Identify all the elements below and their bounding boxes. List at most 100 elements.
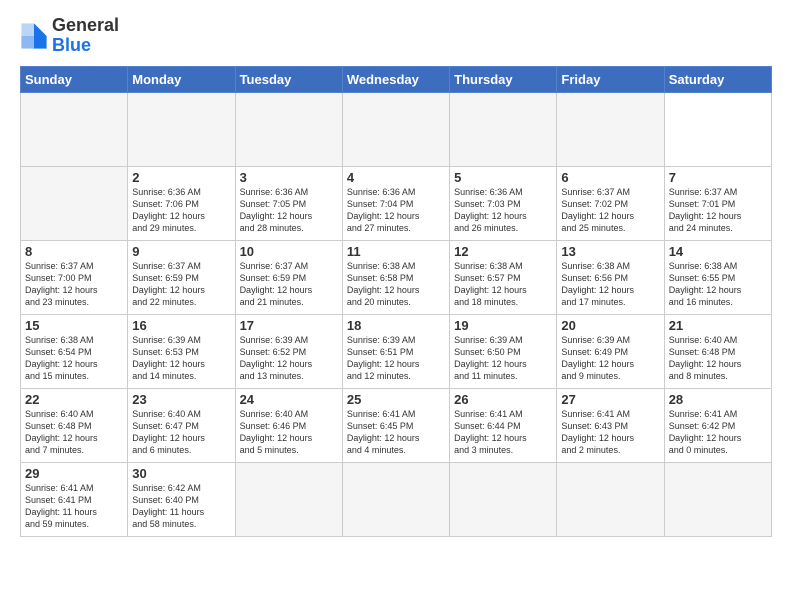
day-info: Sunrise: 6:41 AMSunset: 6:42 PMDaylight:… — [669, 408, 767, 457]
weekday-header: Monday — [128, 66, 235, 92]
day-info: Sunrise: 6:39 AMSunset: 6:52 PMDaylight:… — [240, 334, 338, 383]
day-info: Sunrise: 6:36 AMSunset: 7:06 PMDaylight:… — [132, 186, 230, 235]
calendar-cell — [342, 92, 449, 166]
calendar-cell — [235, 92, 342, 166]
calendar-cell: 20Sunrise: 6:39 AMSunset: 6:49 PMDayligh… — [557, 314, 664, 388]
calendar-cell: 27Sunrise: 6:41 AMSunset: 6:43 PMDayligh… — [557, 388, 664, 462]
day-info: Sunrise: 6:38 AMSunset: 6:55 PMDaylight:… — [669, 260, 767, 309]
day-info: Sunrise: 6:38 AMSunset: 6:57 PMDaylight:… — [454, 260, 552, 309]
calendar-cell: 2Sunrise: 6:36 AMSunset: 7:06 PMDaylight… — [128, 166, 235, 240]
day-number: 25 — [347, 392, 445, 407]
calendar-cell: 30Sunrise: 6:42 AMSunset: 6:40 PMDayligh… — [128, 462, 235, 536]
day-info: Sunrise: 6:41 AMSunset: 6:41 PMDaylight:… — [25, 482, 123, 531]
day-number: 29 — [25, 466, 123, 481]
weekday-header: Friday — [557, 66, 664, 92]
day-number: 14 — [669, 244, 767, 259]
day-number: 16 — [132, 318, 230, 333]
calendar-cell: 21Sunrise: 6:40 AMSunset: 6:48 PMDayligh… — [664, 314, 771, 388]
day-info: Sunrise: 6:41 AMSunset: 6:44 PMDaylight:… — [454, 408, 552, 457]
day-number: 22 — [25, 392, 123, 407]
calendar-cell — [21, 92, 128, 166]
day-number: 19 — [454, 318, 552, 333]
page: General Blue SundayMondayTuesdayWednesda… — [0, 0, 792, 547]
weekday-header: Tuesday — [235, 66, 342, 92]
calendar-cell: 7Sunrise: 6:37 AMSunset: 7:01 PMDaylight… — [664, 166, 771, 240]
day-info: Sunrise: 6:39 AMSunset: 6:51 PMDaylight:… — [347, 334, 445, 383]
calendar-cell: 24Sunrise: 6:40 AMSunset: 6:46 PMDayligh… — [235, 388, 342, 462]
day-info: Sunrise: 6:36 AMSunset: 7:05 PMDaylight:… — [240, 186, 338, 235]
calendar-cell: 15Sunrise: 6:38 AMSunset: 6:54 PMDayligh… — [21, 314, 128, 388]
day-number: 12 — [454, 244, 552, 259]
header: General Blue — [20, 16, 772, 56]
calendar-cell: 23Sunrise: 6:40 AMSunset: 6:47 PMDayligh… — [128, 388, 235, 462]
calendar-cell — [557, 92, 664, 166]
day-info: Sunrise: 6:38 AMSunset: 6:56 PMDaylight:… — [561, 260, 659, 309]
weekday-header: Saturday — [664, 66, 771, 92]
calendar-cell: 16Sunrise: 6:39 AMSunset: 6:53 PMDayligh… — [128, 314, 235, 388]
day-info: Sunrise: 6:38 AMSunset: 6:58 PMDaylight:… — [347, 260, 445, 309]
day-info: Sunrise: 6:37 AMSunset: 7:00 PMDaylight:… — [25, 260, 123, 309]
day-info: Sunrise: 6:39 AMSunset: 6:49 PMDaylight:… — [561, 334, 659, 383]
day-number: 7 — [669, 170, 767, 185]
header-row: SundayMondayTuesdayWednesdayThursdayFrid… — [21, 66, 772, 92]
day-number: 13 — [561, 244, 659, 259]
day-number: 8 — [25, 244, 123, 259]
calendar-cell: 8Sunrise: 6:37 AMSunset: 7:00 PMDaylight… — [21, 240, 128, 314]
day-number: 18 — [347, 318, 445, 333]
calendar-cell: 17Sunrise: 6:39 AMSunset: 6:52 PMDayligh… — [235, 314, 342, 388]
calendar-cell: 29Sunrise: 6:41 AMSunset: 6:41 PMDayligh… — [21, 462, 128, 536]
day-number: 10 — [240, 244, 338, 259]
day-number: 5 — [454, 170, 552, 185]
calendar-cell: 3Sunrise: 6:36 AMSunset: 7:05 PMDaylight… — [235, 166, 342, 240]
calendar-cell: 11Sunrise: 6:38 AMSunset: 6:58 PMDayligh… — [342, 240, 449, 314]
calendar-cell: 28Sunrise: 6:41 AMSunset: 6:42 PMDayligh… — [664, 388, 771, 462]
logo-icon — [20, 22, 48, 50]
calendar-cell: 10Sunrise: 6:37 AMSunset: 6:59 PMDayligh… — [235, 240, 342, 314]
calendar-cell: 26Sunrise: 6:41 AMSunset: 6:44 PMDayligh… — [450, 388, 557, 462]
calendar-cell — [21, 166, 128, 240]
logo-text: General Blue — [52, 16, 119, 56]
day-number: 28 — [669, 392, 767, 407]
day-number: 23 — [132, 392, 230, 407]
day-info: Sunrise: 6:37 AMSunset: 7:02 PMDaylight:… — [561, 186, 659, 235]
day-info: Sunrise: 6:41 AMSunset: 6:45 PMDaylight:… — [347, 408, 445, 457]
day-info: Sunrise: 6:38 AMSunset: 6:54 PMDaylight:… — [25, 334, 123, 383]
day-info: Sunrise: 6:37 AMSunset: 6:59 PMDaylight:… — [132, 260, 230, 309]
calendar-table: SundayMondayTuesdayWednesdayThursdayFrid… — [20, 66, 772, 537]
day-number: 24 — [240, 392, 338, 407]
day-number: 4 — [347, 170, 445, 185]
day-number: 21 — [669, 318, 767, 333]
day-info: Sunrise: 6:41 AMSunset: 6:43 PMDaylight:… — [561, 408, 659, 457]
day-number: 3 — [240, 170, 338, 185]
calendar-cell: 9Sunrise: 6:37 AMSunset: 6:59 PMDaylight… — [128, 240, 235, 314]
day-number: 17 — [240, 318, 338, 333]
calendar-cell — [664, 462, 771, 536]
day-info: Sunrise: 6:40 AMSunset: 6:47 PMDaylight:… — [132, 408, 230, 457]
calendar-cell — [664, 92, 771, 166]
calendar-cell — [128, 92, 235, 166]
weekday-header: Thursday — [450, 66, 557, 92]
day-info: Sunrise: 6:40 AMSunset: 6:46 PMDaylight:… — [240, 408, 338, 457]
calendar-cell: 22Sunrise: 6:40 AMSunset: 6:48 PMDayligh… — [21, 388, 128, 462]
calendar-cell: 19Sunrise: 6:39 AMSunset: 6:50 PMDayligh… — [450, 314, 557, 388]
calendar-cell — [342, 462, 449, 536]
day-number: 9 — [132, 244, 230, 259]
day-number: 2 — [132, 170, 230, 185]
weekday-header: Wednesday — [342, 66, 449, 92]
calendar-cell: 14Sunrise: 6:38 AMSunset: 6:55 PMDayligh… — [664, 240, 771, 314]
day-info: Sunrise: 6:36 AMSunset: 7:03 PMDaylight:… — [454, 186, 552, 235]
calendar-cell: 5Sunrise: 6:36 AMSunset: 7:03 PMDaylight… — [450, 166, 557, 240]
day-number: 11 — [347, 244, 445, 259]
weekday-header: Sunday — [21, 66, 128, 92]
day-info: Sunrise: 6:40 AMSunset: 6:48 PMDaylight:… — [669, 334, 767, 383]
day-info: Sunrise: 6:39 AMSunset: 6:53 PMDaylight:… — [132, 334, 230, 383]
logo: General Blue — [20, 16, 119, 56]
day-number: 6 — [561, 170, 659, 185]
day-number: 15 — [25, 318, 123, 333]
calendar-cell: 4Sunrise: 6:36 AMSunset: 7:04 PMDaylight… — [342, 166, 449, 240]
day-info: Sunrise: 6:37 AMSunset: 6:59 PMDaylight:… — [240, 260, 338, 309]
calendar-cell: 12Sunrise: 6:38 AMSunset: 6:57 PMDayligh… — [450, 240, 557, 314]
calendar-cell: 6Sunrise: 6:37 AMSunset: 7:02 PMDaylight… — [557, 166, 664, 240]
day-number: 27 — [561, 392, 659, 407]
calendar-cell — [450, 462, 557, 536]
